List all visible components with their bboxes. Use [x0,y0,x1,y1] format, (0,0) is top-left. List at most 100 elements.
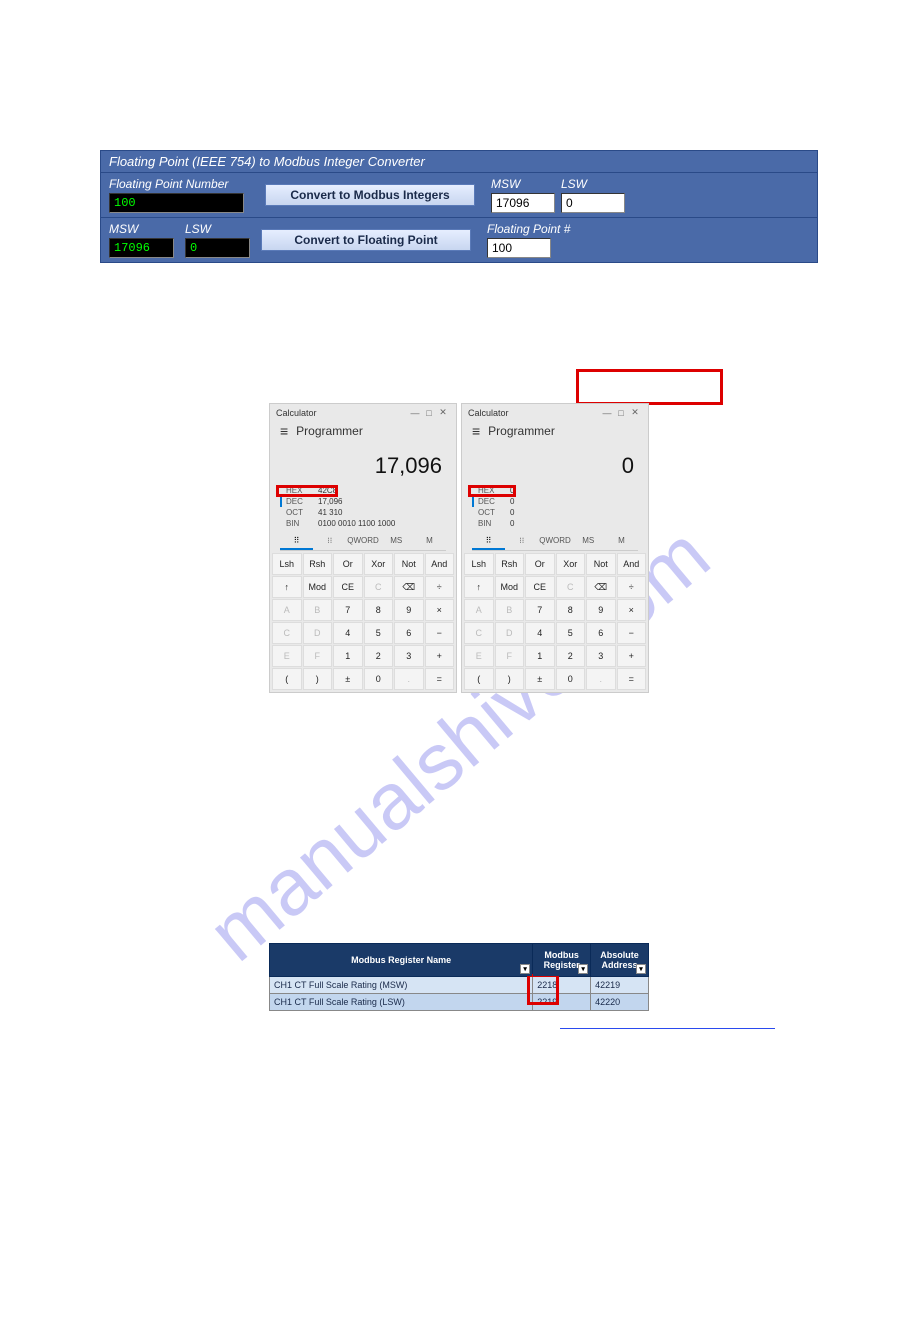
key-+[interactable]: + [425,645,455,667]
key-C[interactable]: C [556,576,586,598]
col-absolute-address[interactable]: Absolute Address▾ [591,944,649,977]
dec-row[interactable]: DEC17,096 [280,496,446,507]
key-1[interactable]: 1 [333,645,363,667]
tab-ms[interactable]: MS [572,533,605,550]
key-4[interactable]: 4 [333,622,363,644]
lsw-input[interactable] [185,238,250,258]
key-÷[interactable]: ÷ [617,576,647,598]
minimize-icon[interactable]: — [600,408,614,418]
key-−[interactable]: − [425,622,455,644]
key-+[interactable]: + [617,645,647,667]
maximize-icon[interactable]: □ [614,408,628,418]
key-([interactable]: ( [464,668,494,690]
key-F[interactable]: F [303,645,333,667]
key-5[interactable]: 5 [364,622,394,644]
key-And[interactable]: And [617,553,647,575]
bin-row[interactable]: BIN0 [472,518,638,529]
key-⌫[interactable]: ⌫ [394,576,424,598]
key-([interactable]: ( [272,668,302,690]
tab-qword[interactable]: QWORD [346,533,379,550]
key-And[interactable]: And [425,553,455,575]
key-C[interactable]: C [464,622,494,644]
key-Mod[interactable]: Mod [303,576,333,598]
maximize-icon[interactable]: □ [422,408,436,418]
dec-row[interactable]: DEC0 [472,496,638,507]
tab-ms[interactable]: MS [380,533,413,550]
close-icon[interactable]: ✕ [628,407,642,418]
key-1[interactable]: 1 [525,645,555,667]
key-B[interactable]: B [495,599,525,621]
minimize-icon[interactable]: — [408,408,422,418]
convert-to-int-button[interactable]: Convert to Modbus Integers [265,184,475,206]
key-A[interactable]: A [272,599,302,621]
key-A[interactable]: A [464,599,494,621]
key-±[interactable]: ± [525,668,555,690]
key-Or[interactable]: Or [525,553,555,575]
key-3[interactable]: 3 [586,645,616,667]
key-)[interactable]: ) [495,668,525,690]
fp-number-input[interactable] [109,193,244,213]
key-×[interactable]: × [617,599,647,621]
tab-more[interactable]: M [413,533,446,550]
key-6[interactable]: 6 [394,622,424,644]
key-±[interactable]: ± [333,668,363,690]
key-E[interactable]: E [272,645,302,667]
key-Not[interactable]: Not [586,553,616,575]
key-0[interactable]: 0 [364,668,394,690]
key-Lsh[interactable]: Lsh [272,553,302,575]
key-7[interactable]: 7 [525,599,555,621]
msw-output[interactable] [491,193,555,213]
key-4[interactable]: 4 [525,622,555,644]
hamburger-icon[interactable]: ≡ [280,423,288,439]
key-8[interactable]: 8 [364,599,394,621]
key-C[interactable]: C [272,622,302,644]
lsw-output[interactable] [561,193,625,213]
key-Mod[interactable]: Mod [495,576,525,598]
key-=[interactable]: = [425,668,455,690]
key-7[interactable]: 7 [333,599,363,621]
key-2[interactable]: 2 [556,645,586,667]
dropdown-icon[interactable]: ▾ [578,964,588,974]
col-modbus-register[interactable]: Modbus Register▾ [533,944,591,977]
key-6[interactable]: 6 [586,622,616,644]
tab-more[interactable]: M [605,533,638,550]
key-E[interactable]: E [464,645,494,667]
key-Rsh[interactable]: Rsh [303,553,333,575]
tab-qword[interactable]: QWORD [538,533,571,550]
key-C[interactable]: C [364,576,394,598]
tab-bits-icon[interactable]: ⁝⁝ [313,533,346,550]
key-Not[interactable]: Not [394,553,424,575]
key-)[interactable]: ) [303,668,333,690]
tab-bits-icon[interactable]: ⁝⁝ [505,533,538,550]
key-.[interactable]: . [586,668,616,690]
key-D[interactable]: D [495,622,525,644]
msw-input[interactable] [109,238,174,258]
key-⌫[interactable]: ⌫ [586,576,616,598]
key-Rsh[interactable]: Rsh [495,553,525,575]
hamburger-icon[interactable]: ≡ [472,423,480,439]
key-Xor[interactable]: Xor [556,553,586,575]
key-CE[interactable]: CE [333,576,363,598]
bin-row[interactable]: BIN0100 0010 1100 1000 [280,518,446,529]
dropdown-icon[interactable]: ▾ [520,964,530,974]
key-Or[interactable]: Or [333,553,363,575]
key-Xor[interactable]: Xor [364,553,394,575]
key-−[interactable]: − [617,622,647,644]
key-Lsh[interactable]: Lsh [464,553,494,575]
key-÷[interactable]: ÷ [425,576,455,598]
key-F[interactable]: F [495,645,525,667]
tab-keypad-icon[interactable]: ⠿ [280,533,313,550]
tab-keypad-icon[interactable]: ⠿ [472,533,505,550]
key-=[interactable]: = [617,668,647,690]
key-2[interactable]: 2 [364,645,394,667]
key-.[interactable]: . [394,668,424,690]
oct-row[interactable]: OCT0 [472,507,638,518]
close-icon[interactable]: ✕ [436,407,450,418]
key-D[interactable]: D [303,622,333,644]
key-B[interactable]: B [303,599,333,621]
key-5[interactable]: 5 [556,622,586,644]
col-register-name[interactable]: Modbus Register Name▾ [270,944,533,977]
key-×[interactable]: × [425,599,455,621]
key-9[interactable]: 9 [586,599,616,621]
key-↑[interactable]: ↑ [464,576,494,598]
